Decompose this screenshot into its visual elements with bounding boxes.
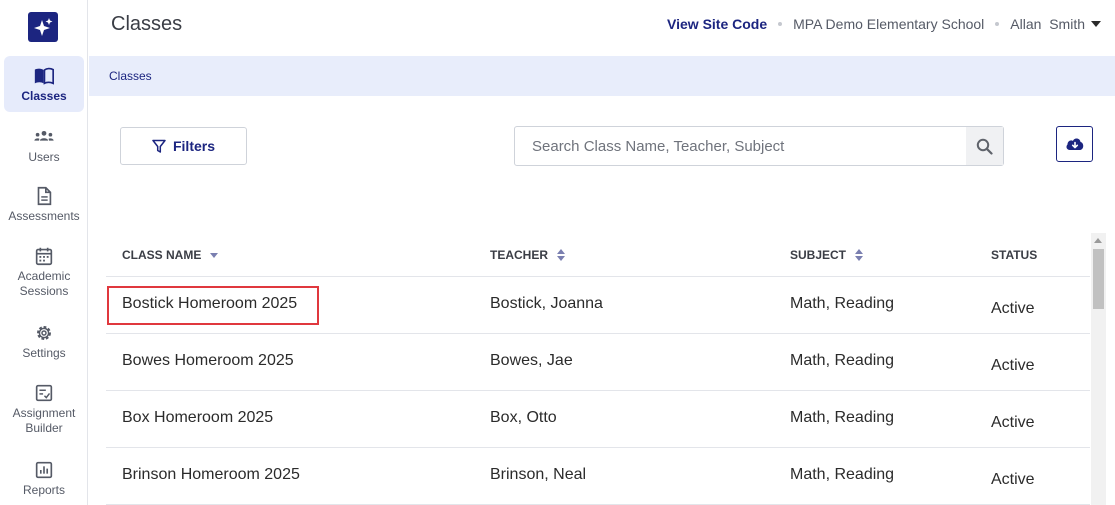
column-header-subject[interactable]: SUBJECT <box>790 248 864 262</box>
sidebar-item-label: Classes <box>21 89 67 103</box>
school-name: MPA Demo Elementary School <box>793 16 985 32</box>
column-header-label: TEACHER <box>490 248 549 262</box>
separator-dot <box>778 22 783 26</box>
gear-icon <box>37 326 51 340</box>
search-box <box>514 126 1004 166</box>
teacher-cell: Bostick, Joanna <box>490 295 603 312</box>
table-row[interactable]: Bostick Homeroom 2025 Bostick, Joanna Ma… <box>106 277 1090 334</box>
sidebar-item-classes[interactable]: Classes <box>4 56 84 112</box>
cloud-download-icon <box>1065 138 1083 150</box>
page-title: Classes <box>111 13 183 35</box>
breadcrumb[interactable]: Classes <box>109 69 152 83</box>
status-cell: Active <box>991 414 1035 431</box>
vertical-scrollbar[interactable] <box>1091 233 1106 505</box>
teacher-cell: Box, Otto <box>490 409 557 426</box>
class-name-cell[interactable]: Box Homeroom 2025 <box>122 409 273 427</box>
classes-table: CLASS NAME TEACHER SUBJECT STATUS Bostic… <box>106 234 1090 505</box>
calendar-icon <box>35 247 53 266</box>
header-right: View Site Code MPA Demo Elementary Schoo… <box>667 16 1101 32</box>
scroll-thumb[interactable] <box>1093 249 1104 309</box>
sidebar: Classes Users Assessments Academic Sessi… <box>0 0 88 505</box>
filters-button[interactable]: Filters <box>120 127 247 165</box>
sidebar-item-academic-sessions[interactable]: Academic Sessions <box>4 245 84 299</box>
user-name: Allan Smith <box>1010 16 1085 32</box>
table-row[interactable]: Brinson Homeroom 2025 Brinson, Neal Math… <box>106 448 1090 505</box>
status-cell: Active <box>991 471 1035 488</box>
sidebar-item-label: Users <box>28 150 60 164</box>
checklist-icon <box>35 384 53 402</box>
filters-label: Filters <box>172 138 215 154</box>
subject-cell: Math, Reading <box>790 409 895 426</box>
sort-icon <box>557 249 566 261</box>
sidebar-item-label: Settings <box>22 346 66 360</box>
search-icon <box>976 138 993 155</box>
sparkle-logo-icon[interactable] <box>28 12 58 42</box>
class-name-cell[interactable]: Brinson Homeroom 2025 <box>122 466 300 484</box>
teacher-cell: Brinson, Neal <box>490 466 587 483</box>
caret-down-icon <box>1091 21 1101 27</box>
users-group-icon <box>34 130 54 141</box>
book-open-icon <box>34 67 54 85</box>
column-header-class-name[interactable]: CLASS NAME <box>122 248 219 262</box>
class-name-cell[interactable]: Bowes Homeroom 2025 <box>122 352 294 370</box>
column-header-label: STATUS <box>991 248 1038 262</box>
download-button[interactable] <box>1056 126 1093 162</box>
search-input[interactable] <box>515 127 967 165</box>
sort-descending-icon <box>210 252 219 258</box>
sidebar-item-assessments[interactable]: Assessments <box>4 185 84 224</box>
table-row[interactable]: Bowes Homeroom 2025 Bowes, Jae Math, Rea… <box>106 334 1090 391</box>
column-header-label: SUBJECT <box>790 248 847 262</box>
sidebar-item-users[interactable]: Users <box>4 126 84 165</box>
column-header-teacher[interactable]: TEACHER <box>490 248 566 262</box>
subject-cell: Math, Reading <box>790 295 895 312</box>
sidebar-item-settings[interactable]: Settings <box>4 322 84 361</box>
filter-icon <box>152 139 166 153</box>
status-cell: Active <box>991 300 1035 317</box>
top-header: Classes View Site Code MPA Demo Elementa… <box>89 0 1115 56</box>
scroll-up-arrow-icon[interactable] <box>1094 238 1102 243</box>
bar-chart-icon <box>35 461 53 479</box>
column-header-status: STATUS <box>991 248 1037 262</box>
subject-cell: Math, Reading <box>790 352 895 369</box>
search-button[interactable] <box>966 127 1003 165</box>
table-row[interactable]: Box Homeroom 2025 Box, Otto Math, Readin… <box>106 391 1090 448</box>
breadcrumb-bar: Classes <box>89 56 1115 96</box>
sidebar-item-reports[interactable]: Reports <box>4 459 84 498</box>
view-site-code-link[interactable]: View Site Code <box>667 16 767 32</box>
column-header-label: CLASS NAME <box>122 248 202 262</box>
subject-cell: Math, Reading <box>790 466 895 483</box>
sidebar-item-label: Assignment Builder <box>12 406 76 435</box>
document-icon <box>37 186 52 206</box>
table-header-row: CLASS NAME TEACHER SUBJECT STATUS <box>106 234 1090 277</box>
status-cell: Active <box>991 357 1035 374</box>
sort-icon <box>855 249 864 261</box>
separator-dot <box>995 22 1000 26</box>
sidebar-item-label: Academic Sessions <box>17 269 71 298</box>
sidebar-item-label: Assessments <box>8 209 80 223</box>
teacher-cell: Bowes, Jae <box>490 352 573 369</box>
sidebar-item-assignment-builder[interactable]: Assignment Builder <box>4 382 84 436</box>
sidebar-item-label: Reports <box>22 483 66 497</box>
class-name-cell[interactable]: Bostick Homeroom 2025 <box>122 295 297 313</box>
user-menu[interactable]: Allan Smith <box>1010 16 1101 32</box>
